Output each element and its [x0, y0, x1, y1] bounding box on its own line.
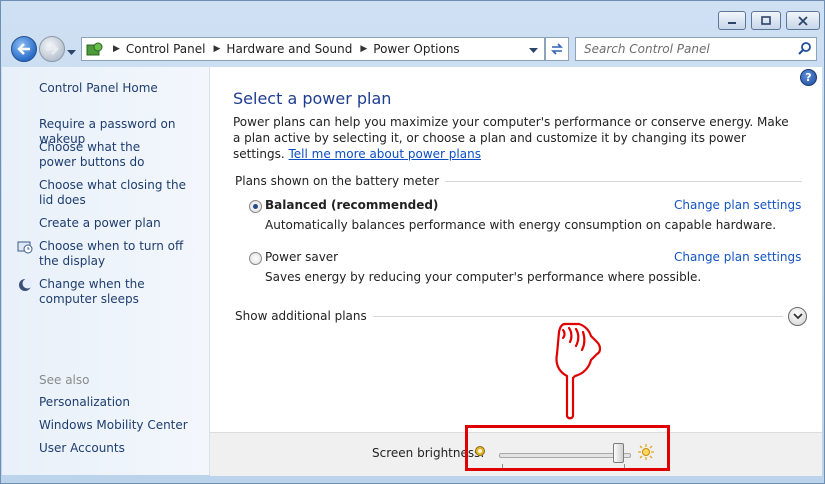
sidebar-item-create-power-plan[interactable]: Create a power plan — [39, 216, 161, 231]
minimize-button[interactable] — [718, 11, 746, 30]
search-icon[interactable] — [798, 41, 812, 55]
show-additional-plans-label[interactable]: Show additional plans — [235, 309, 373, 323]
address-dropdown-button[interactable] — [529, 43, 538, 57]
pointing-hand-icon — [555, 322, 602, 420]
sidebar-item-closing-lid[interactable]: Choose what closing the lid does — [39, 178, 189, 208]
power-saver-plan-description: Saves energy by reducing your computer's… — [265, 270, 702, 284]
power-saver-radio[interactable] — [249, 252, 262, 265]
sleep-moon-icon — [17, 278, 33, 295]
search-box — [575, 37, 817, 61]
back-button[interactable] — [11, 36, 37, 62]
sidebar-item-computer-sleeps[interactable]: Change when the computer sleeps — [39, 277, 199, 307]
chevron-down-icon — [792, 313, 803, 320]
page-title: Select a power plan — [233, 89, 392, 108]
intro-text: Power plans can help you maximize your c… — [233, 114, 798, 162]
expand-additional-plans-button[interactable] — [788, 307, 807, 326]
breadcrumb-control-panel[interactable]: Control Panel — [126, 42, 206, 56]
task-pane: Control Panel Home Require a password on… — [2, 67, 210, 475]
navigation-bar: ▶ Control Panel ▶ Hardware and Sound ▶ P… — [1, 34, 824, 62]
see-also-heading: See also — [39, 373, 90, 387]
arrow-right-icon — [46, 43, 59, 55]
chevron-down-icon — [67, 50, 76, 55]
maximize-button[interactable] — [751, 11, 781, 30]
breadcrumb-separator-icon: ▶ — [360, 44, 368, 54]
power-saver-plan-name[interactable]: Power saver — [265, 250, 338, 264]
balanced-plan-name[interactable]: Balanced (recommended) — [265, 198, 438, 212]
arrow-left-icon — [17, 43, 30, 55]
close-button[interactable] — [786, 11, 820, 30]
balanced-change-settings-link[interactable]: Change plan settings — [674, 198, 801, 212]
recent-pages-dropdown[interactable] — [67, 45, 76, 59]
breadcrumb-separator-icon: ▶ — [113, 44, 120, 54]
see-also-user-accounts[interactable]: User Accounts — [39, 441, 125, 456]
refresh-icon — [551, 43, 563, 55]
sidebar-item-turn-off-display[interactable]: Choose when to turn off the display — [39, 239, 204, 269]
balanced-radio[interactable] — [249, 200, 262, 213]
chevron-down-icon — [529, 48, 538, 53]
control-panel-icon — [86, 42, 103, 56]
forward-button[interactable] — [39, 36, 65, 62]
help-icon[interactable]: ? — [800, 69, 817, 86]
main-content: ? Select a power plan Power plans can he… — [210, 67, 822, 432]
tell-me-more-link[interactable]: Tell me more about power plans — [289, 147, 481, 161]
display-timer-icon — [17, 240, 33, 257]
control-panel-home-link[interactable]: Control Panel Home — [39, 81, 158, 96]
plans-group-label: Plans shown on the battery meter — [235, 174, 446, 188]
address-bar[interactable]: ▶ Control Panel ▶ Hardware and Sound ▶ P… — [81, 37, 545, 61]
see-also-mobility-center[interactable]: Windows Mobility Center — [39, 418, 188, 433]
breadcrumb-separator-icon: ▶ — [213, 44, 221, 54]
breadcrumb-power-options[interactable]: Power Options — [373, 42, 459, 56]
refresh-button[interactable] — [545, 37, 569, 61]
search-input[interactable] — [582, 38, 791, 60]
control-panel-window: ▶ Control Panel ▶ Hardware and Sound ▶ P… — [0, 0, 825, 484]
annotation-highlight-box — [465, 425, 670, 471]
power-saver-change-settings-link[interactable]: Change plan settings — [674, 250, 801, 264]
close-icon — [798, 15, 808, 26]
breadcrumb-hardware-and-sound[interactable]: Hardware and Sound — [226, 42, 352, 56]
maximize-icon — [761, 15, 771, 25]
balanced-plan-description: Automatically balances performance with … — [265, 218, 777, 232]
sidebar-item-power-buttons[interactable]: Choose what the power buttons do — [39, 140, 174, 170]
see-also-personalization[interactable]: Personalization — [39, 395, 130, 410]
additional-plans-divider — [358, 316, 783, 317]
minimize-icon — [728, 21, 736, 24]
